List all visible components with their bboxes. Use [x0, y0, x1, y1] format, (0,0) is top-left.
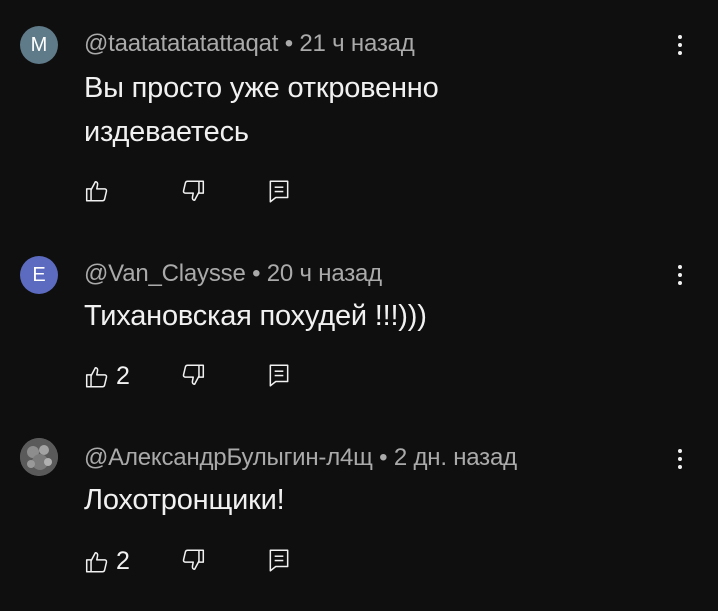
thumb-down-icon [182, 549, 205, 570]
avatar-image [20, 438, 58, 476]
comment-meta: @taatatatatattaqat • 21 ч назад [84, 30, 415, 58]
comment-time[interactable]: 20 ч назад [267, 260, 382, 287]
like-button[interactable]: 2 [84, 362, 130, 391]
comment-text-line: Лохотронщики! [84, 484, 285, 516]
dislike-button[interactable] [180, 547, 206, 573]
reply-comment-icon [269, 180, 289, 203]
comment-meta: @Van_Claysse • 20 ч назад [84, 260, 382, 288]
comment-text: Лохотронщики! [84, 478, 644, 522]
avatar[interactable]: M [20, 26, 58, 64]
thumb-down-icon [182, 364, 205, 385]
separator-dot: • [284, 30, 293, 57]
more-vertical-icon[interactable] [668, 260, 692, 290]
like-button[interactable]: 2 [84, 547, 130, 576]
thumb-up-icon [85, 181, 108, 202]
more-vertical-icon[interactable] [668, 30, 692, 60]
comment-text: Тихановская похудей !!!))) [84, 294, 644, 338]
avatar[interactable]: E [20, 256, 58, 294]
like-count: 2 [116, 547, 130, 575]
separator-dot: • [252, 260, 261, 287]
avatar[interactable] [20, 438, 58, 476]
reply-button[interactable] [266, 178, 292, 204]
author-name[interactable]: @taatatatatattaqat [84, 30, 278, 57]
author-name[interactable]: @Van_Claysse [84, 260, 246, 287]
comment-text: Вы просто уже откровенно издеваетесь [84, 66, 644, 154]
comment-time[interactable]: 2 дн. назад [394, 444, 517, 471]
more-vertical-icon[interactable] [668, 444, 692, 474]
dislike-button[interactable] [180, 362, 206, 388]
reply-comment-icon [269, 549, 289, 572]
reply-button[interactable] [266, 362, 292, 388]
comment-text-line: Тихановская похудей !!!))) [84, 300, 427, 332]
comment-meta: @АлександрБулыгин-л4щ • 2 дн. назад [84, 444, 517, 472]
separator-dot: • [379, 444, 388, 471]
dislike-button[interactable] [180, 178, 206, 204]
author-name[interactable]: @АлександрБулыгин-л4щ [84, 444, 373, 471]
thumb-down-icon [182, 180, 205, 201]
thumb-up-icon [85, 366, 108, 388]
reply-button[interactable] [266, 547, 292, 573]
comment-text-line: Вы просто уже откровенно [84, 72, 439, 104]
avatar-letter: M [30, 33, 48, 56]
comment-time[interactable]: 21 ч назад [299, 30, 414, 57]
reply-comment-icon [269, 364, 289, 387]
comment-text-line: издеваетесь [84, 116, 249, 148]
avatar-letter: E [32, 263, 46, 286]
thumb-up-icon [85, 551, 108, 573]
like-button[interactable] [84, 178, 116, 204]
like-count: 2 [116, 362, 130, 390]
